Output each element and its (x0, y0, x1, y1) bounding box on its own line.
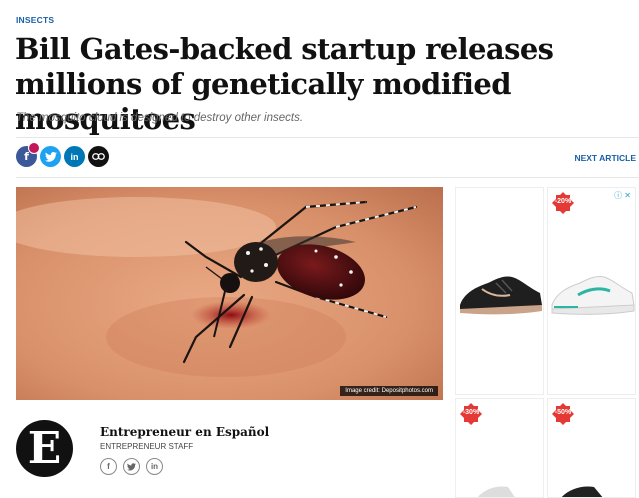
linkedin-share-button[interactable]: in (64, 146, 85, 167)
ad-tile[interactable]: -20% ⓘ ✕ (547, 187, 636, 395)
facebook-icon: f (24, 150, 29, 163)
author-linkedin-button[interactable]: in (146, 458, 163, 475)
black-running-shoe (460, 276, 542, 315)
discount-badge: -20% (554, 198, 572, 205)
adchoices-icon[interactable]: ⓘ ✕ (614, 190, 631, 201)
shoe-partial (561, 486, 603, 497)
divider-bottom (16, 177, 639, 178)
discount-badge: -30% (462, 409, 480, 416)
article-subtitle: The mosquito cloud is designed to destro… (16, 112, 304, 124)
author-twitter-button[interactable] (123, 458, 140, 475)
share-bar: f in (16, 142, 109, 167)
copy-link-button[interactable] (88, 146, 109, 167)
author-logo-letter: E (27, 423, 62, 474)
hero-image: Image credit: Depositphotos.com (16, 187, 443, 400)
divider-top (16, 137, 639, 138)
linkedin-icon: in (150, 462, 159, 471)
twitter-share-button[interactable] (40, 146, 61, 167)
category-link[interactable]: INSECTS (16, 15, 54, 25)
discount-badge: -50% (554, 409, 572, 416)
white-running-shoe (551, 276, 635, 315)
ad-tile[interactable]: -30% (455, 398, 544, 498)
author-avatar: E (16, 420, 73, 477)
facebook-icon: f (107, 462, 110, 471)
author-name[interactable]: Entrepreneur en Español (100, 425, 269, 439)
author-facebook-button[interactable]: f (100, 458, 117, 475)
twitter-icon (127, 462, 136, 471)
ad-tile[interactable]: -50% (547, 398, 636, 498)
next-article-link[interactable]: NEXT ARTICLE (574, 153, 636, 163)
facebook-share-button[interactable]: f (16, 142, 40, 167)
shoe-partial (477, 486, 515, 497)
author-role: ENTREPRENEUR STAFF (100, 442, 194, 451)
ad-unit[interactable]: -20% ⓘ ✕ -30% -50% (455, 187, 639, 498)
ad-tile[interactable] (455, 187, 544, 395)
twitter-icon (44, 151, 57, 162)
linkedin-icon: in (70, 151, 79, 162)
mosquito-photo (16, 187, 443, 400)
image-credit: Image credit: Depositphotos.com (340, 386, 438, 396)
notification-badge (28, 142, 40, 154)
author-social: f in (100, 458, 163, 475)
link-icon (92, 153, 105, 160)
